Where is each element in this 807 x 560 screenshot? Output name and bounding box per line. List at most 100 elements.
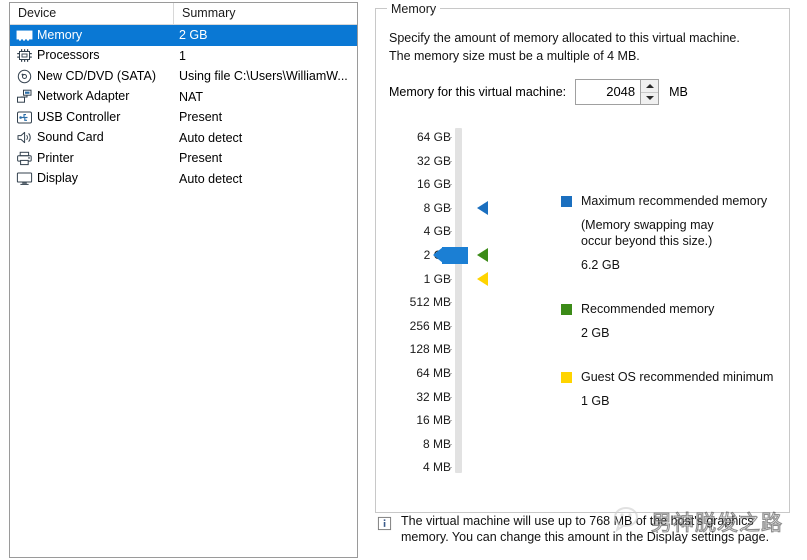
legend-color-swatch [561, 304, 572, 315]
device-row-memory[interactable]: Memory 2 GB [10, 25, 357, 46]
device-rows-container: Memory 2 GB Processors 1 New CD/DVD (SATA)… [10, 25, 357, 189]
device-summary: Auto detect [179, 171, 243, 186]
guest-os-minimum-marker [477, 271, 488, 286]
device-row-network-adapter[interactable]: Network Adapter NAT [10, 87, 357, 108]
device-summary: Present [179, 151, 223, 166]
scale-tick [447, 420, 452, 422]
memory-unit-label: MB [669, 85, 688, 99]
device-name-cell: Processors [10, 48, 174, 63]
legend-item: Guest OS recommended minimum 1 GB [561, 370, 786, 408]
scale-tick [447, 137, 452, 138]
legend-subtext-line-1: (Memory swapping may [581, 218, 714, 232]
memory-stepper-buttons[interactable] [640, 80, 659, 104]
memory-slider-track[interactable] [455, 128, 462, 473]
legend-color-swatch [561, 196, 572, 207]
scale-label: 512 MB [409, 295, 451, 310]
column-header-device[interactable]: Device [10, 3, 174, 24]
device-label: Network Adapter [37, 89, 130, 104]
legend-title: Guest OS recommended minimum [581, 370, 774, 384]
cpu-chip-icon [17, 49, 32, 63]
scale-tick [447, 207, 452, 209]
legend-header: Recommended memory [561, 302, 786, 317]
memory-module-icon [16, 30, 33, 41]
scale-tick [447, 373, 452, 374]
legend-subtext-line-2: occur beyond this size.) [581, 234, 713, 248]
memory-stepper-decrement-button[interactable] [641, 92, 659, 104]
legend-header: Guest OS recommended minimum [561, 370, 786, 385]
device-name-cell: New CD/DVD (SATA) [10, 69, 174, 84]
scale-label: 64 GB [416, 130, 451, 144]
scale-label: 1 GB [423, 271, 451, 286]
device-name-cell: Network Adapter [10, 89, 174, 104]
device-row-display[interactable]: Display Auto detect [10, 169, 357, 190]
device-row-processors[interactable]: Processors 1 [10, 46, 357, 67]
chevron-down-icon [645, 96, 654, 101]
legend-value: 6.2 GB [581, 258, 620, 272]
printer-icon [17, 151, 32, 165]
scale-label: 256 MB [409, 318, 451, 333]
memory-legend: Maximum recommended memory (Memory swappi… [561, 194, 786, 426]
memory-slider[interactable]: 64 GB 32 GB 16 GB 8 GB 4 GB 2 GB 1 GB 512 MB 256… [389, 128, 509, 474]
network-adapter-icon [17, 89, 32, 103]
device-summary: 1 [179, 48, 186, 63]
legend-value: 2 GB [581, 326, 610, 340]
maximum-recommended-marker [477, 200, 488, 215]
device-row-usb-controller[interactable]: USB Controller Present [10, 107, 357, 128]
cd-dvd-disc-icon [17, 69, 32, 83]
scale-tick [447, 160, 452, 162]
speaker-icon [17, 132, 31, 144]
legend-item: Maximum recommended memory (Memory swappi… [561, 194, 786, 272]
scale-tick [447, 278, 452, 280]
device-summary: 2 GB [179, 28, 208, 43]
graphics-memory-note: The virtual machine will use up to 768 M… [377, 514, 797, 545]
device-label: Processors [37, 48, 100, 63]
device-label: Printer [37, 150, 74, 165]
device-row-printer[interactable]: Printer Present [10, 148, 357, 169]
legend-title: Recommended memory [581, 302, 715, 316]
scale-label: 8 GB [423, 200, 451, 215]
scale-tick [447, 184, 452, 186]
graphics-memory-note-text: The virtual machine will use up to 768 M… [401, 514, 770, 544]
memory-group-title: Memory [387, 2, 441, 16]
scale-label: 32 MB [416, 389, 451, 404]
scale-label: 4 GB [423, 224, 451, 239]
device-row-new-cd-dvd-sata[interactable]: New CD/DVD (SATA) Using file C:\Users\Wil… [10, 66, 357, 87]
memory-field-row: Memory for this virtual machine: 2048 MB [389, 79, 688, 105]
legend-item: Recommended memory 2 GB [561, 302, 786, 340]
scale-label: 8 MB [422, 436, 451, 451]
legend-title: Maximum recommended memory [581, 194, 768, 208]
scale-tick [447, 325, 452, 327]
device-label: USB Controller [37, 109, 121, 124]
device-name-cell: Printer [10, 151, 174, 166]
memory-stepper-increment-button[interactable] [641, 80, 659, 93]
scale-tick [447, 349, 452, 351]
scale-label: 32 GB [416, 153, 451, 168]
scale-label: 128 MB [409, 342, 451, 357]
slider-thumb-body [442, 247, 468, 264]
column-header-summary[interactable]: Summary [174, 3, 357, 24]
memory-size-input[interactable]: 2048 [576, 80, 640, 104]
legend-value: 1 GB [581, 394, 610, 408]
usb-icon [17, 111, 32, 124]
memory-field-label: Memory for this virtual machine: [389, 85, 567, 99]
memory-size-stepper[interactable]: 2048 [575, 79, 660, 105]
device-label: Memory [37, 27, 83, 42]
chevron-up-icon [645, 83, 654, 88]
device-name-cell: USB Controller [10, 110, 174, 125]
scale-tick [447, 467, 452, 469]
scale-tick [447, 302, 452, 304]
device-summary: Present [179, 110, 223, 125]
legend-header: Maximum recommended memory [561, 194, 786, 209]
device-list-panel[interactable]: Device Summary Memory 2 GB Processors 1 … [9, 2, 358, 558]
recommended-marker [477, 248, 488, 262]
device-summary: Using file C:\Users\WilliamW... [179, 69, 348, 84]
device-name-cell: Display [10, 171, 174, 186]
memory-slider-thumb[interactable] [433, 247, 468, 264]
device-summary: Auto detect [179, 130, 243, 145]
device-row-sound-card[interactable]: Sound Card Auto detect [10, 128, 357, 149]
device-label: New CD/DVD (SATA) [37, 68, 156, 83]
scale-label: 16 MB [416, 413, 451, 428]
device-name-cell: Memory [10, 28, 174, 43]
display-monitor-icon [16, 172, 33, 186]
memory-description-line-1: Specify the amount of memory allocated t… [389, 31, 740, 45]
